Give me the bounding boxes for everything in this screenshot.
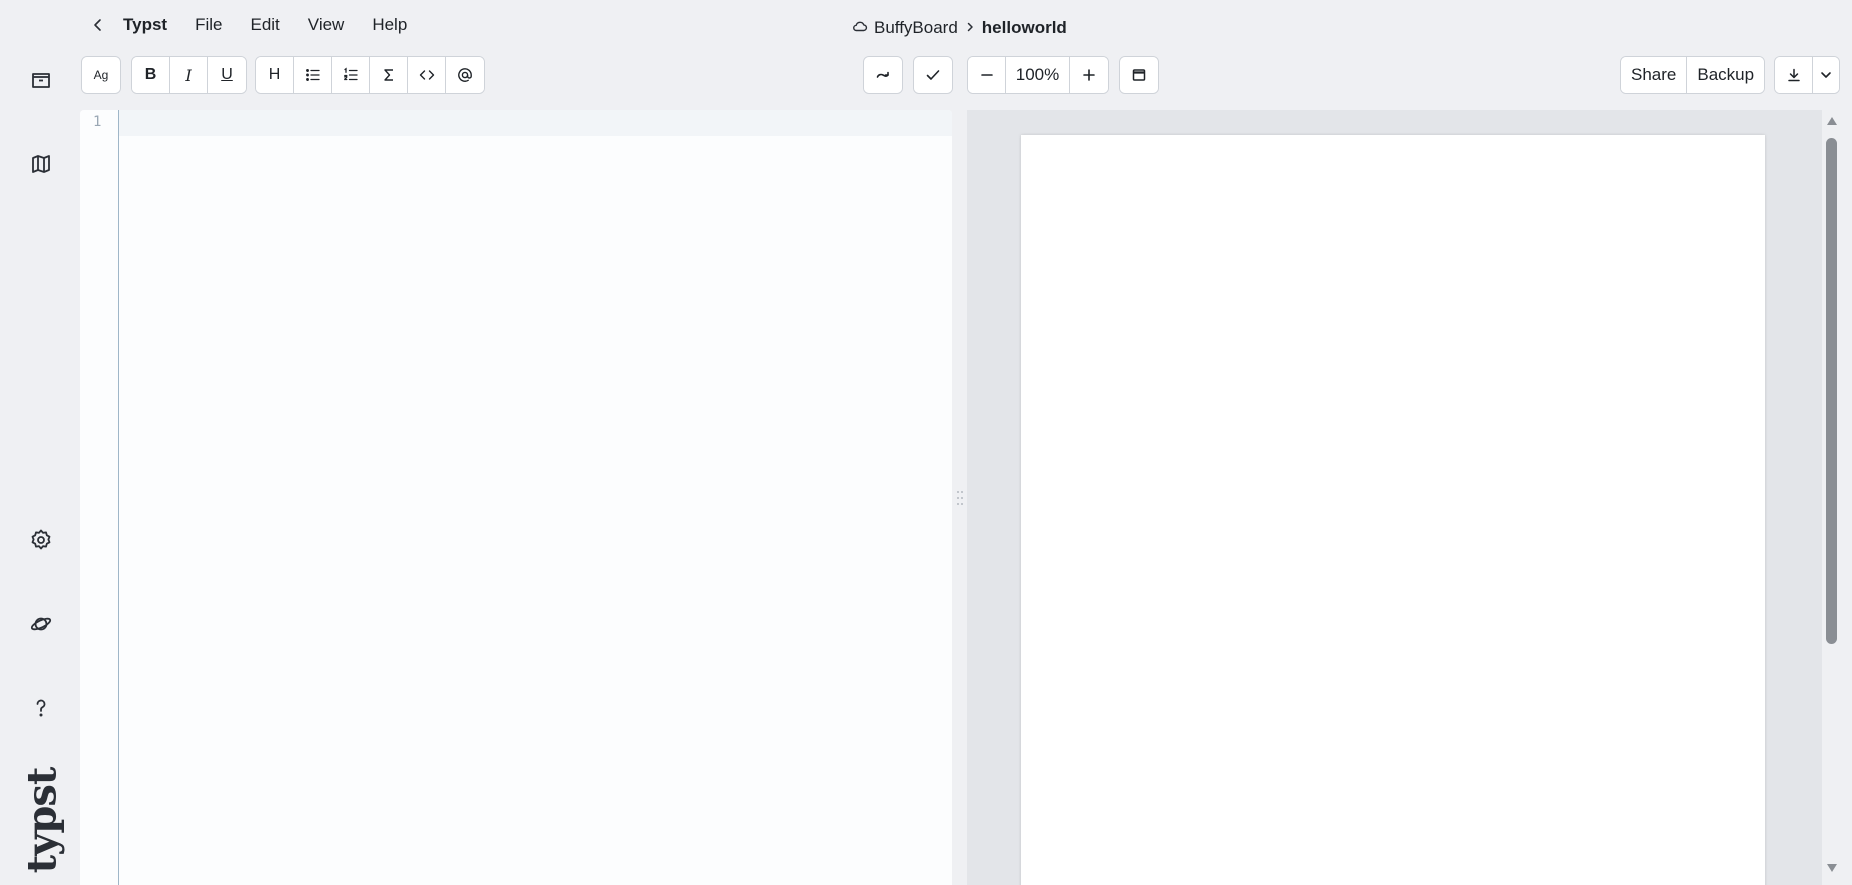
- numbered-list-button[interactable]: [332, 57, 370, 93]
- preview-window-button[interactable]: [1120, 57, 1158, 93]
- menu-brand[interactable]: Typst: [113, 10, 181, 40]
- menu-help[interactable]: Help: [358, 10, 421, 40]
- code-editor[interactable]: 1: [80, 110, 952, 885]
- check-icon: [926, 70, 940, 80]
- bullet-list-icon: [305, 69, 320, 81]
- download-menu-button[interactable]: [1813, 57, 1839, 93]
- sidebar: typst: [0, 0, 80, 885]
- gear-icon: [31, 529, 51, 550]
- archive-icon: [32, 73, 50, 88]
- text-format-group: B I U: [131, 56, 247, 94]
- math-button[interactable]: [370, 57, 408, 93]
- bold-button[interactable]: B: [132, 57, 170, 93]
- redo-icon: [876, 71, 889, 78]
- share-group: Share Backup: [1620, 56, 1766, 94]
- explore-button[interactable]: [22, 605, 60, 643]
- reference-button[interactable]: [446, 57, 484, 93]
- share-button[interactable]: Share: [1621, 57, 1688, 93]
- sigma-icon: [383, 69, 393, 81]
- breadcrumb-file[interactable]: helloworld: [982, 18, 1067, 38]
- menu-file[interactable]: File: [181, 10, 236, 40]
- download-icon: [1787, 68, 1800, 82]
- window-icon: [1132, 69, 1146, 81]
- chevron-right-icon: [964, 18, 976, 38]
- scrollbar-thumb[interactable]: [1826, 138, 1837, 644]
- zoom-in-button[interactable]: [1070, 57, 1108, 93]
- backup-button[interactable]: Backup: [1687, 57, 1765, 93]
- download-group: [1774, 56, 1840, 94]
- plus-icon: [1083, 69, 1095, 81]
- menu-bar: Typst File Edit View Help: [80, 8, 421, 42]
- help-button[interactable]: [22, 689, 60, 727]
- preview-pane[interactable]: [967, 110, 1822, 885]
- bullet-list-button[interactable]: [294, 57, 332, 93]
- pane-resize-handle[interactable]: [952, 110, 968, 885]
- font-group: Ag: [81, 56, 121, 94]
- heading-button[interactable]: H: [256, 57, 294, 93]
- outline-button[interactable]: [22, 145, 60, 183]
- files-button[interactable]: [22, 61, 60, 99]
- scroll-down-icon[interactable]: [1826, 862, 1838, 874]
- italic-button[interactable]: I: [170, 57, 208, 93]
- download-button[interactable]: [1775, 57, 1813, 93]
- drag-handle-icon: [957, 490, 963, 505]
- sync-scroll-button[interactable]: [864, 57, 902, 93]
- underline-button[interactable]: U: [208, 57, 246, 93]
- scroll-up-icon[interactable]: [1826, 115, 1838, 127]
- menu-edit[interactable]: Edit: [236, 10, 293, 40]
- sync-group: [863, 56, 903, 94]
- at-icon: [458, 68, 472, 82]
- help-icon: [36, 699, 46, 717]
- typst-logo[interactable]: typst: [14, 767, 70, 873]
- active-line: [80, 110, 952, 136]
- numbered-list-icon: [343, 67, 358, 81]
- zoom-level[interactable]: 100%: [1006, 57, 1070, 93]
- cloud-icon: [852, 18, 868, 39]
- preview-scrollbar[interactable]: [1822, 110, 1842, 885]
- check-group: [913, 56, 953, 94]
- check-button[interactable]: [914, 57, 952, 93]
- minus-icon: [980, 74, 993, 76]
- line-number: 1: [93, 114, 102, 130]
- zoom-group: 100%: [967, 56, 1109, 94]
- logo-text: typst: [18, 767, 66, 873]
- breadcrumb-project[interactable]: BuffyBoard: [874, 18, 958, 38]
- planet-icon: [30, 617, 52, 631]
- code-button[interactable]: [408, 57, 446, 93]
- chevron-left-icon: [94, 19, 101, 31]
- code-icon: [419, 70, 434, 80]
- zoom-out-button[interactable]: [968, 57, 1006, 93]
- preview-page[interactable]: [1021, 135, 1765, 885]
- font-button[interactable]: Ag: [82, 57, 120, 93]
- map-icon: [32, 155, 50, 173]
- insert-group: H: [255, 56, 485, 94]
- preview-window-group: [1119, 56, 1159, 94]
- settings-button[interactable]: [22, 521, 60, 559]
- chevron-down-icon: [1821, 72, 1831, 78]
- line-gutter: 1: [80, 110, 119, 885]
- breadcrumb: BuffyBoard helloworld: [852, 14, 1067, 42]
- menu-view[interactable]: View: [294, 10, 359, 40]
- back-button[interactable]: [83, 10, 113, 40]
